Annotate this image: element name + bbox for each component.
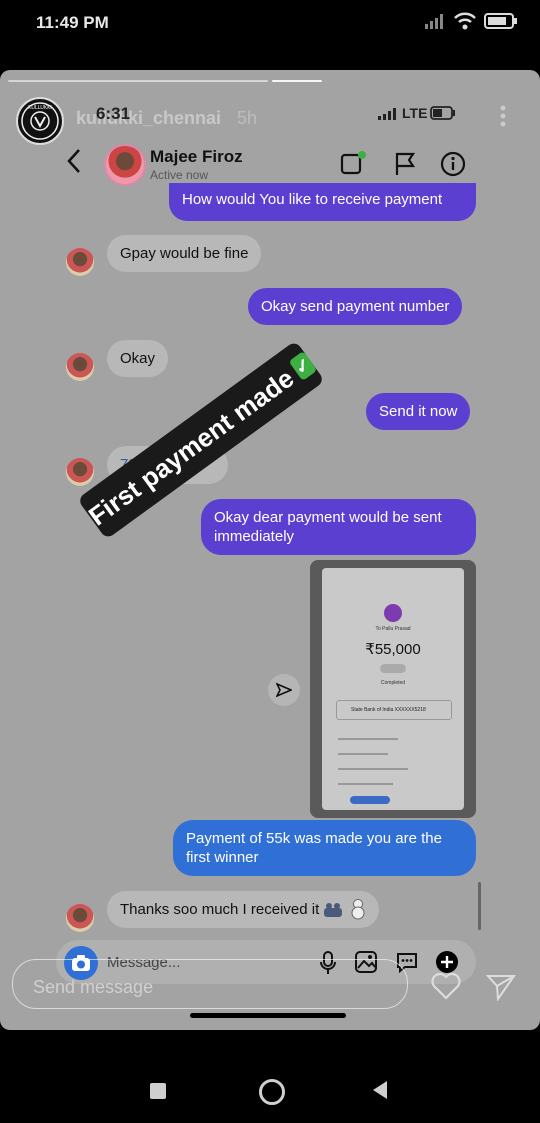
inner-signal-icon [378, 108, 396, 120]
emoji-icon [324, 903, 343, 917]
video-call-icon[interactable] [340, 150, 368, 176]
recent-apps-button[interactable] [150, 1083, 166, 1099]
kullukki-logo: KULLUKKI [21, 102, 59, 140]
message-outgoing[interactable]: Send it now [366, 393, 471, 430]
message-incoming[interactable]: Thanks soo much I received it [107, 891, 380, 928]
message-avatar [66, 353, 94, 381]
back-triangle-icon[interactable] [371, 1080, 389, 1100]
check-mark-icon: ✓ [288, 350, 318, 382]
story-progress-2 [272, 80, 322, 82]
payment-status: Completed [380, 680, 406, 686]
message-incoming[interactable]: Gpay would be fine [107, 235, 262, 272]
payment-bank: State Bank of India XXXXXX5218 [336, 700, 452, 720]
signal-icon [425, 14, 443, 29]
contact-name[interactable]: Majee Firoz [150, 147, 243, 167]
story-progress-1 [8, 80, 268, 82]
detail-line [338, 768, 408, 770]
story-avatar[interactable]: KULLUKKI [16, 97, 64, 145]
battery-icon [484, 13, 517, 29]
heart-icon[interactable] [430, 972, 462, 1000]
back-chevron-icon[interactable] [66, 148, 82, 174]
info-icon[interactable] [440, 151, 466, 177]
payee-avatar [384, 604, 402, 622]
payment-screenshot-image[interactable]: To Pallu Prasad ₹55,000 Completed State … [310, 560, 476, 818]
message-outgoing[interactable]: Okay dear payment would be sent immediat… [201, 499, 476, 555]
message-avatar [66, 458, 94, 486]
flag-icon[interactable] [394, 152, 416, 176]
story-card[interactable]: KULLUKKI kullukki_chennai 5h 6:31 LTE Ma… [0, 70, 540, 1030]
need-help-button [350, 796, 390, 804]
story-age: 5h [237, 108, 258, 128]
send-icon[interactable] [486, 973, 516, 1001]
share-button[interactable] [268, 674, 300, 706]
snowman-icon [351, 899, 365, 920]
message-outgoing[interactable]: How would You like to receive payment [169, 183, 476, 221]
add-icon[interactable] [435, 950, 459, 974]
home-button[interactable] [259, 1079, 285, 1105]
send-icon [276, 682, 292, 698]
detail-line [338, 783, 393, 785]
message-avatar [66, 904, 94, 932]
contact-status: Active now [150, 168, 209, 182]
message-text: Thanks soo much I received it [120, 901, 320, 918]
story-reply-placeholder[interactable]: Send message [33, 977, 153, 998]
message-outgoing[interactable]: Okay send payment number [248, 288, 463, 325]
message-outgoing[interactable]: Payment of 55k was made you are the firs… [173, 820, 476, 876]
detail-line [338, 753, 388, 755]
inner-status-time: 6:31 [96, 104, 131, 123]
contact-avatar[interactable] [104, 144, 146, 186]
inner-battery-icon [430, 106, 455, 120]
message-incoming[interactable]: Okay [107, 340, 169, 377]
wifi-icon [454, 12, 476, 30]
more-options-icon[interactable] [500, 105, 506, 127]
detail-line [338, 738, 398, 740]
home-indicator [190, 1013, 346, 1018]
inner-network-label: LTE [402, 105, 428, 121]
chat-scrollbar[interactable] [478, 882, 481, 930]
svg-text:KULLUKKI: KULLUKKI [28, 105, 52, 111]
payment-chip [380, 664, 406, 673]
message-avatar [66, 248, 94, 276]
payment-screen: To Pallu Prasad ₹55,000 Completed State … [322, 568, 464, 810]
status-icons [424, 12, 518, 30]
payee-label: To Pallu Prasad [375, 626, 411, 632]
payment-amount: ₹55,000 [365, 641, 421, 658]
status-time: 11:49 PM [36, 13, 109, 32]
